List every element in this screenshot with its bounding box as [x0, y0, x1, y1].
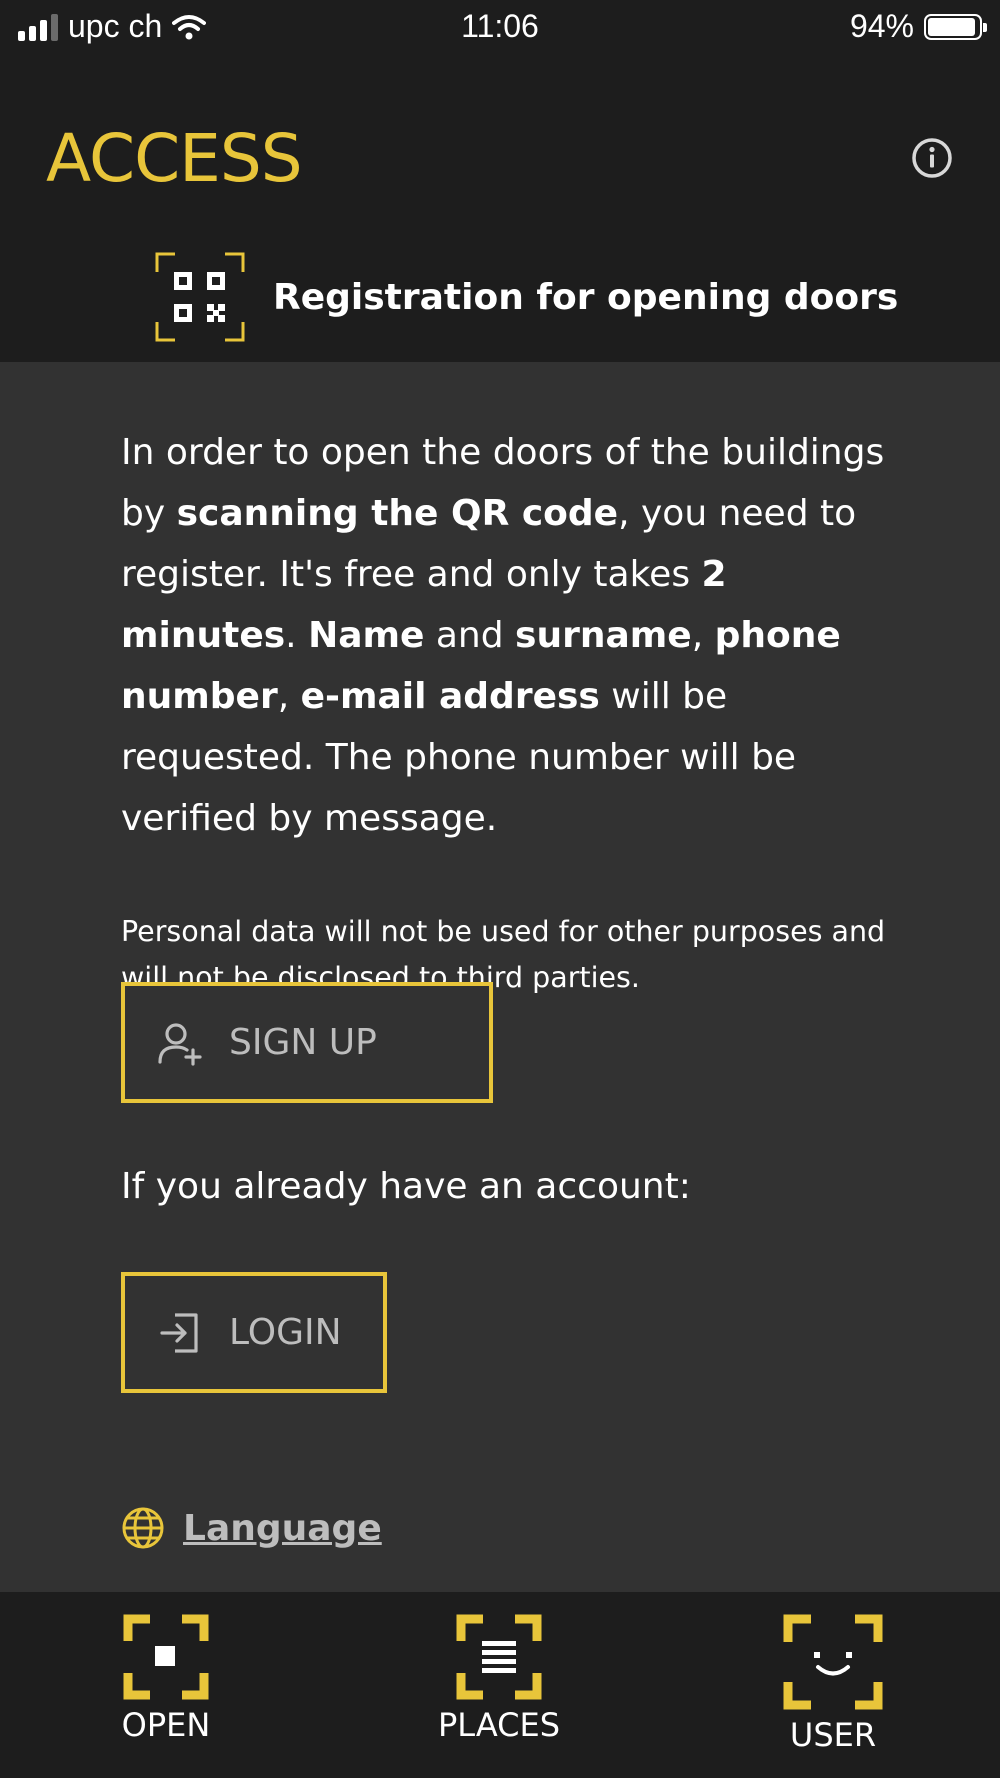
- wifi-icon: [172, 14, 207, 39]
- app-header: ACCESS Registration for opening doors: [0, 56, 1000, 362]
- tab-open-label: OPEN: [121, 1706, 211, 1744]
- login-label: LOGIN: [229, 1312, 342, 1353]
- tab-user-label: USER: [789, 1716, 877, 1754]
- main-content: In order to open the doors of the buildi…: [121, 362, 901, 1001]
- open-door-scan-icon: [123, 1614, 209, 1700]
- status-left: upc ch: [18, 8, 207, 45]
- sign-up-label: SIGN UP: [229, 1022, 377, 1063]
- cellular-signal-icon: [18, 13, 58, 41]
- info-icon[interactable]: [910, 136, 954, 180]
- battery-fill: [928, 17, 975, 36]
- login-button[interactable]: LOGIN: [121, 1272, 387, 1393]
- login-icon: [160, 1312, 198, 1353]
- bottom-tab-bar: OPEN PLACES USER: [0, 1592, 1000, 1778]
- account-prompt: If you already have an account:: [121, 1166, 691, 1207]
- status-bar: upc ch 11:06 94%: [0, 0, 1000, 56]
- qr-code-icon: [155, 252, 245, 342]
- language-link[interactable]: Language: [121, 1506, 382, 1550]
- intro-text: In order to open the doors of the buildi…: [121, 422, 901, 849]
- intro-segment: .: [285, 615, 309, 656]
- intro-segment: and: [424, 615, 516, 656]
- intro-emphasis: surname: [515, 615, 692, 656]
- battery-percent: 94%: [849, 8, 914, 44]
- registration-title: Registration for opening doors: [273, 276, 899, 318]
- intro-segment: ,: [691, 615, 715, 656]
- sign-up-button[interactable]: SIGN UP: [121, 982, 493, 1103]
- intro-emphasis: scanning the QR code: [176, 493, 619, 534]
- battery-icon: [924, 13, 987, 40]
- intro-emphasis: e-mail address: [300, 676, 600, 717]
- globe-icon: [122, 1507, 164, 1549]
- app-title: ACCESS: [46, 120, 303, 197]
- status-right: 94%: [849, 8, 987, 45]
- intro-segment: ,: [277, 676, 301, 717]
- language-label: Language: [183, 1507, 382, 1549]
- registration-heading: Registration for opening doors: [155, 252, 898, 342]
- tab-open[interactable]: OPEN: [56, 1592, 276, 1778]
- tab-user[interactable]: USER: [723, 1592, 943, 1778]
- places-list-icon: [456, 1614, 542, 1700]
- tab-places-label: PLACES: [437, 1706, 561, 1744]
- add-user-icon: [158, 1022, 202, 1066]
- carrier-name: upc ch: [68, 8, 163, 44]
- user-face-icon: [783, 1614, 883, 1710]
- tab-places[interactable]: PLACES: [389, 1592, 609, 1778]
- intro-emphasis: Name: [308, 615, 425, 656]
